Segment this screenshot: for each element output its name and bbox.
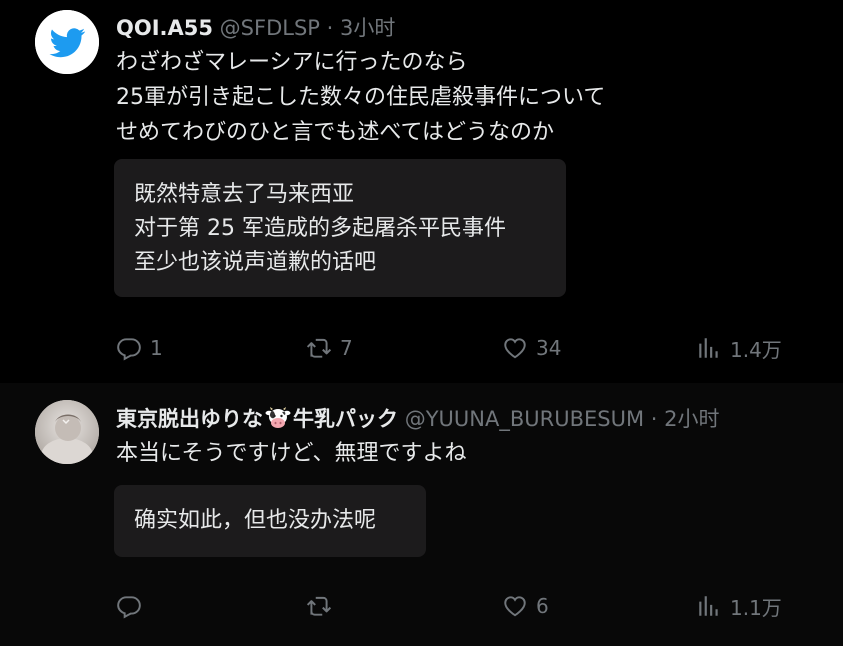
reply-button[interactable] [116, 590, 150, 622]
tweet-header: 東京脱出ゆりな 牛乳パック @YUUNA_BURUBESUM · 2小时 [116, 403, 720, 433]
views-count: 1.4万 [730, 337, 782, 362]
timestamp[interactable]: 3小时 [340, 16, 395, 40]
like-button[interactable]: 6 [502, 590, 549, 622]
profile-photo [35, 400, 99, 464]
reply-button[interactable]: 1 [116, 332, 163, 364]
views-icon [699, 338, 718, 358]
tweet-text: 本当にそうですけど、無理ですよね [116, 441, 467, 466]
retweet-icon [306, 338, 332, 358]
tweet-2[interactable]: 東京脱出ゆりな 牛乳パック @YUUNA_BURUBESUM · 2小时 本当にそ… [0, 383, 843, 646]
tweet-text: わざわざマレーシアに行ったのなら 25軍が引き起こした数々の住民虐殺事件について… [116, 50, 606, 145]
retweet-count: 7 [340, 336, 353, 360]
like-button[interactable]: 34 [502, 332, 561, 364]
avatar[interactable] [35, 10, 99, 74]
retweet-button[interactable] [306, 590, 340, 622]
timestamp[interactable]: 2小时 [664, 407, 719, 431]
twitter-bird-icon [35, 10, 99, 74]
translation-box: 既然特意去了马来西亚 对于第 25 军造成的多起屠杀平民事件 至少也该说声道歉的… [114, 159, 566, 297]
author-handle[interactable]: @YUUNA_BURUBESUM [405, 407, 644, 431]
reply-count: 1 [150, 336, 163, 360]
cow-face-icon [265, 407, 291, 428]
reply-icon [117, 338, 141, 361]
author-name-part2: 牛乳パック [293, 407, 398, 431]
heart-icon [504, 338, 526, 359]
separator-dot: · [650, 407, 658, 431]
reply-icon [117, 596, 141, 619]
action-bar: 1 7 34 1.4万 [116, 332, 806, 364]
tweet-header: QOI.A55 @SFDLSP · 3小时 [116, 12, 395, 42]
author-name[interactable]: QOI.A55 [116, 16, 213, 40]
views-button[interactable]: 1.4万 [696, 332, 782, 364]
like-count: 34 [536, 336, 562, 360]
views-icon [699, 596, 718, 616]
author-name[interactable]: 東京脱出ゆりな 牛乳パック [116, 407, 398, 431]
author-name-part1: 東京脱出ゆりな [116, 407, 263, 431]
views-button[interactable]: 1.1万 [696, 590, 782, 622]
tweet-1[interactable]: QOI.A55 @SFDLSP · 3小时 わざわざマレーシアに行ったのなら 2… [0, 0, 843, 383]
views-count: 1.1万 [730, 595, 782, 620]
avatar[interactable] [35, 400, 99, 464]
retweet-button[interactable]: 7 [306, 332, 353, 364]
action-bar: 6 1.1万 [116, 590, 806, 622]
retweet-icon [306, 596, 332, 616]
separator-dot: · [326, 16, 334, 40]
translation-box: 确实如此，但也没办法呢 [114, 485, 426, 557]
heart-icon [504, 596, 526, 617]
like-count: 6 [536, 594, 549, 618]
author-handle[interactable]: @SFDLSP [220, 16, 320, 40]
